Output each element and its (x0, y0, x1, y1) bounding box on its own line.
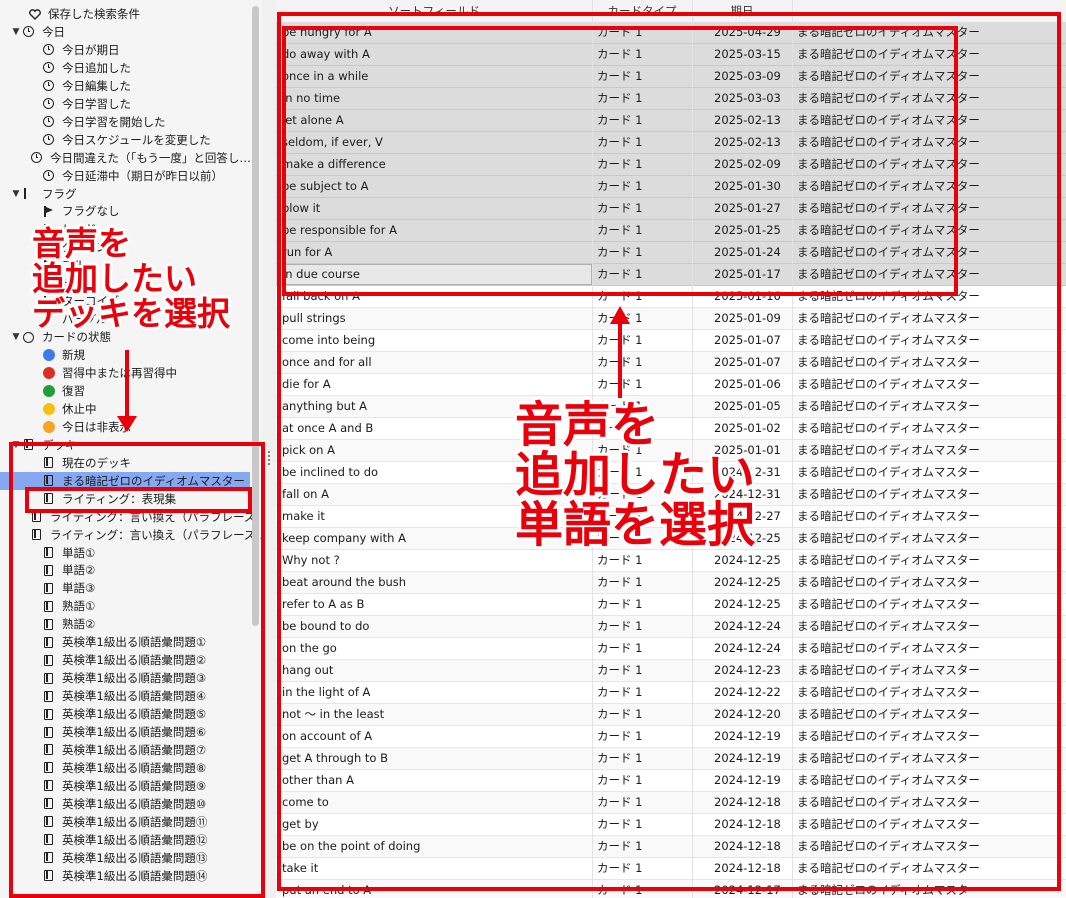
deck-arrow-head (117, 416, 137, 432)
word-callout-line-2: 追加したい (515, 447, 756, 503)
word-callout-line-1: 音声を (515, 397, 660, 453)
deck-callout-line-2: 追加したい (32, 259, 197, 298)
word-callout: 音声を 追加したい 単語を選択 (515, 400, 755, 550)
deck-callout: 音声を 追加したい デッキを選択 (32, 226, 230, 331)
word-arrow-head (610, 306, 630, 324)
deck-callout-line-1: 音声を (32, 224, 131, 263)
deck-callout-line-3: デッキを選択 (32, 294, 230, 333)
word-callout-line-3: 単語を選択 (515, 497, 756, 553)
